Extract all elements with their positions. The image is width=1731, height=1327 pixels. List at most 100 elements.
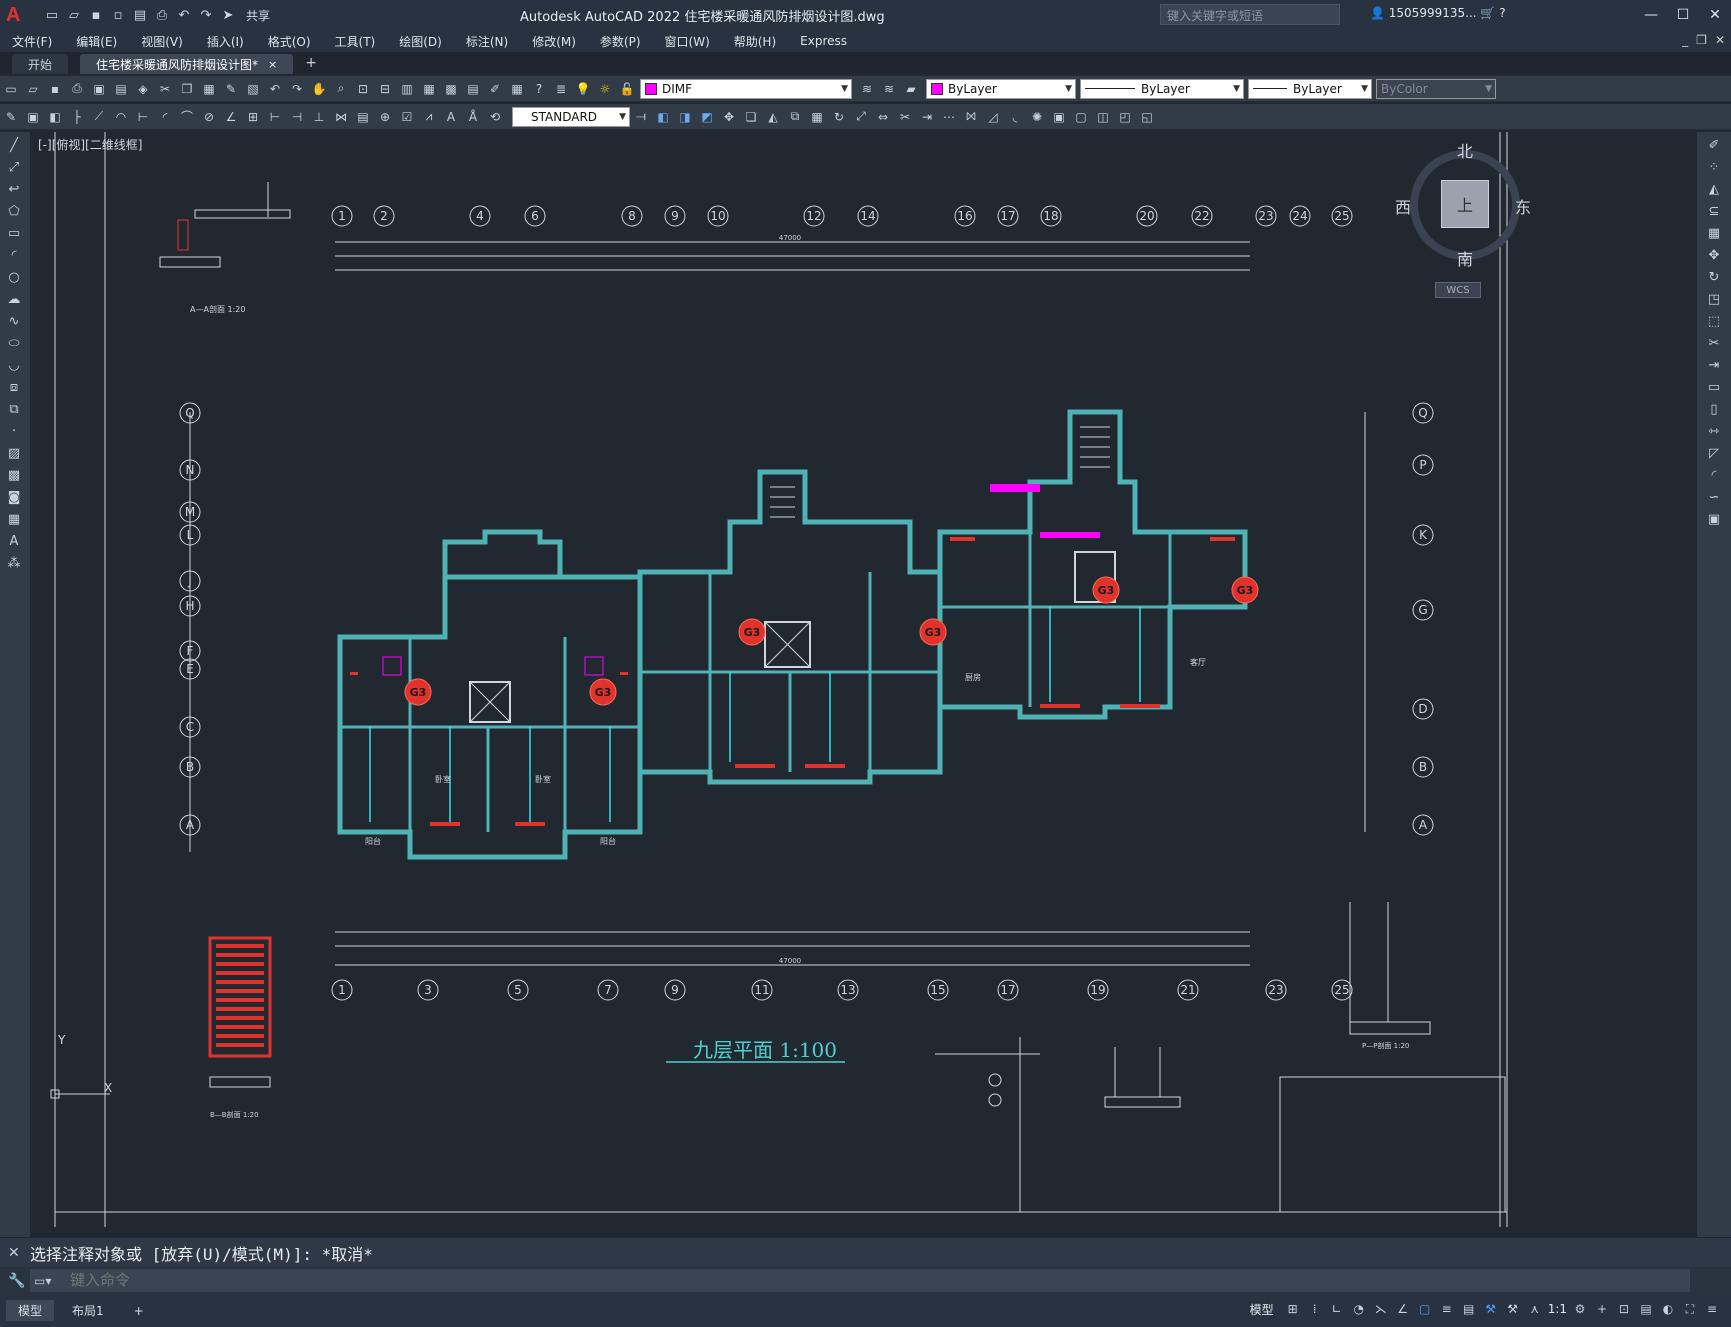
plotstyle-dropdown[interactable]: ByColor ▼ xyxy=(1376,78,1496,99)
fillet-icon[interactable]: ◜ xyxy=(1705,466,1723,484)
mirror-icon[interactable]: ◭ xyxy=(1705,180,1723,198)
command-recent-icon[interactable]: ▭▾ xyxy=(34,1274,51,1288)
xref-icon[interactable]: ◫ xyxy=(1094,108,1112,126)
open-file-icon[interactable]: ▱ xyxy=(64,5,84,25)
menu-parametric[interactable]: 参数(P) xyxy=(588,33,653,50)
pan-icon[interactable]: ✋ xyxy=(310,80,328,98)
trim-icon[interactable]: ✂ xyxy=(1705,334,1723,352)
tool-palettes-icon[interactable]: ▩ xyxy=(442,80,460,98)
properties-icon[interactable]: ▥ xyxy=(398,80,416,98)
auto-scale-icon[interactable]: ⚒ xyxy=(1504,1300,1522,1318)
draworder-back-icon[interactable]: ◨ xyxy=(676,108,694,126)
dim-radius-icon[interactable]: ◜ xyxy=(156,108,174,126)
transparency-icon[interactable]: ▤ xyxy=(1460,1300,1478,1318)
wblock-icon[interactable]: ▢ xyxy=(1072,108,1090,126)
properties-toolbar-icon[interactable]: ✎ xyxy=(2,108,20,126)
block-insert-icon[interactable]: ▣ xyxy=(1050,108,1068,126)
hatch-icon[interactable]: ▨ xyxy=(5,444,23,462)
plot-icon[interactable]: ⎙ xyxy=(68,80,86,98)
point-icon[interactable]: · xyxy=(5,422,23,440)
compass-east[interactable]: 东 xyxy=(1515,194,1531,218)
dim-baseline-icon[interactable]: ⊢ xyxy=(266,108,284,126)
scale-icon[interactable]: ⤢ xyxy=(852,108,870,126)
annotation-scale-value[interactable]: 1:1 xyxy=(1548,1302,1567,1316)
menu-tools[interactable]: 工具(T) xyxy=(323,33,388,50)
ellipse-icon[interactable]: ⬭ xyxy=(5,334,23,352)
layer-walk-icon[interactable]: ◧ xyxy=(46,108,64,126)
doc-minimize-button[interactable]: _ xyxy=(1682,33,1688,47)
inspect-icon[interactable]: ☑ xyxy=(398,108,416,126)
match-prop-icon[interactable]: ✎ xyxy=(222,80,240,98)
offset-icon[interactable]: ⧉ xyxy=(786,108,804,126)
share-icon[interactable]: ➤ xyxy=(218,5,238,25)
calculator-icon[interactable]: ▦ xyxy=(508,80,526,98)
erase-icon[interactable]: ✐ xyxy=(1705,136,1723,154)
mirror-icon[interactable]: ◭ xyxy=(764,108,782,126)
dim-space-icon[interactable]: ⊥ xyxy=(310,108,328,126)
search-input[interactable]: 键入关键字或短语 xyxy=(1160,4,1340,25)
units-icon[interactable]: ⊡ xyxy=(1615,1300,1633,1318)
menu-help[interactable]: 帮助(H) xyxy=(722,33,788,50)
draworder-front-icon[interactable]: ◧ xyxy=(654,108,672,126)
preview-icon[interactable]: ▣ xyxy=(90,80,108,98)
dim-continue-icon[interactable]: ⊣ xyxy=(288,108,306,126)
snap-icon[interactable]: ⁞ xyxy=(1306,1300,1324,1318)
dim-jogged-icon[interactable]: ⌒ xyxy=(178,108,196,126)
stretch-icon[interactable]: ⬚ xyxy=(1705,312,1723,330)
dim-linear-icon[interactable]: ├ xyxy=(68,108,86,126)
cart-icon[interactable]: 🛒 xyxy=(1480,6,1495,20)
annotation-visibility-icon[interactable]: ⚒ xyxy=(1482,1300,1500,1318)
tab-document[interactable]: 住宅楼采暖通风防排烟设计图* × xyxy=(80,54,294,74)
annotation-scale-icon[interactable]: ⋏ xyxy=(1526,1300,1544,1318)
polar-icon[interactable]: ◔ xyxy=(1350,1300,1368,1318)
undo-icon[interactable]: ↶ xyxy=(266,80,284,98)
print-icon[interactable]: ⎙ xyxy=(152,5,172,25)
new-file-icon[interactable]: ▭ xyxy=(42,5,62,25)
help-icon[interactable]: ? xyxy=(1499,6,1505,20)
tab-start[interactable]: 开始 xyxy=(12,54,69,74)
help-icon[interactable]: ? xyxy=(530,80,548,98)
fillet-icon[interactable]: ◟ xyxy=(1006,108,1024,126)
doc-restore-button[interactable]: ❐ xyxy=(1696,33,1707,47)
move-icon[interactable]: ✥ xyxy=(720,108,738,126)
scale-icon[interactable]: ◳ xyxy=(1705,290,1723,308)
copy-icon[interactable]: ⁘ xyxy=(1705,158,1723,176)
paste-icon[interactable]: ▦ xyxy=(200,80,218,98)
mtext-icon[interactable]: A xyxy=(5,532,23,550)
add-selected-icon[interactable]: ⁂ xyxy=(5,554,23,572)
user-account[interactable]: 👤 1505999135... 🛒 ? xyxy=(1370,6,1506,20)
dim-update-icon[interactable]: ⟲ xyxy=(486,108,504,126)
grid-icon[interactable]: ⊞ xyxy=(1284,1300,1302,1318)
tolerance-icon[interactable]: ▤ xyxy=(354,108,372,126)
close-button[interactable]: ✕ xyxy=(1699,0,1731,30)
zoom-previous-icon[interactable]: ⊟ xyxy=(376,80,394,98)
zoom-realtime-icon[interactable]: ⌕ xyxy=(332,80,350,98)
dim-text-edit-icon[interactable]: Å xyxy=(464,108,482,126)
save-as-icon[interactable]: ▫ xyxy=(108,5,128,25)
chamfer-icon[interactable]: ◸ xyxy=(1705,444,1723,462)
lineweight-icon[interactable]: ≡ xyxy=(1438,1300,1456,1318)
plus-icon[interactable]: + xyxy=(1593,1300,1611,1318)
copy-icon[interactable]: ❐ xyxy=(178,80,196,98)
gear-icon[interactable]: ⚙ xyxy=(1571,1300,1589,1318)
break-icon[interactable]: ▯ xyxy=(1705,400,1723,418)
drawing-canvas[interactable]: [-][俯视][二维线框] 47000 47000 1 2 4 6 8 9 10 12 14 16… xyxy=(30,132,1697,1237)
redo-icon[interactable]: ↷ xyxy=(288,80,306,98)
quick-dim-icon[interactable]: ⊞ xyxy=(244,108,262,126)
menu-dimension[interactable]: 标注(N) xyxy=(454,33,520,50)
revcloud-icon[interactable]: ☁ xyxy=(5,290,23,308)
autocad-logo-icon[interactable]: A xyxy=(6,4,28,26)
publish-icon[interactable]: ▤ xyxy=(130,5,150,25)
command-input[interactable] xyxy=(30,1269,1690,1292)
compass-north[interactable]: 北 xyxy=(1457,138,1473,162)
design-center-icon[interactable]: ▦ xyxy=(420,80,438,98)
dim-diameter-icon[interactable]: ⊘ xyxy=(200,108,218,126)
layer-previous-icon[interactable]: ≋ xyxy=(880,80,898,98)
menu-modify[interactable]: 修改(M) xyxy=(520,33,588,50)
layer-manager-icon[interactable]: ≣ xyxy=(552,80,570,98)
wipeout-icon[interactable]: ◱ xyxy=(1138,108,1156,126)
open-icon[interactable]: ▱ xyxy=(24,80,42,98)
array-icon[interactable]: ▦ xyxy=(808,108,826,126)
fullscreen-icon[interactable]: ⛶ xyxy=(1681,1300,1699,1318)
join-icon[interactable]: ⇿ xyxy=(1705,422,1723,440)
